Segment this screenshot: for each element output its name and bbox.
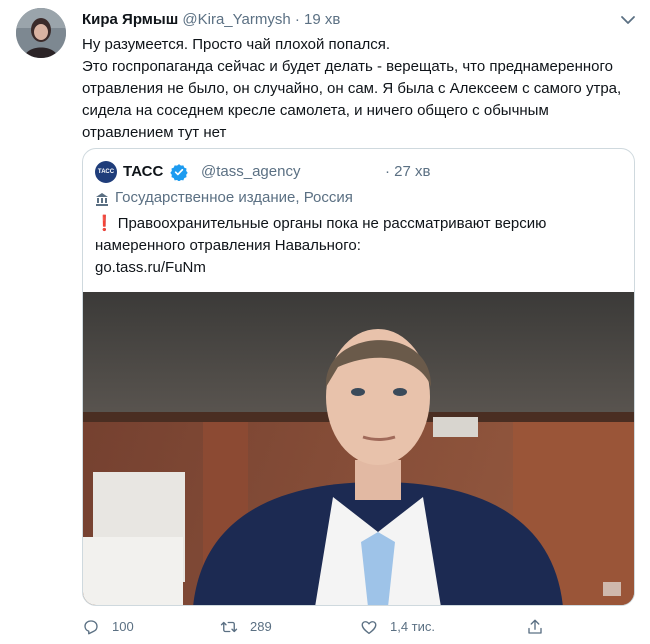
quoted-link[interactable]: go.tass.ru/FuNm [95, 257, 206, 279]
quoted-author-name[interactable]: ТАСС [123, 161, 163, 183]
quoted-text: ❗ Правоохранительные органы пока не рассм… [95, 213, 615, 257]
quoted-text-body: Правоохранительные органы пока не рассма… [95, 215, 547, 254]
share-icon [528, 619, 542, 634]
photo-image [83, 292, 634, 605]
reply-icon [84, 620, 98, 635]
quoted-time[interactable]: · 27 хв [385, 161, 430, 183]
tweet-header: Кира Ярмыш @Kira_Yarmysh · 19 хв [82, 10, 340, 30]
tweet-text: Ну разумеется. Просто чай плохой попался… [82, 36, 622, 141]
verified-badge-icon [170, 163, 188, 182]
building-icon [95, 191, 109, 206]
retweet-count: 289 [250, 619, 272, 634]
quoted-photo[interactable] [83, 292, 634, 605]
quoted-tweet[interactable]: ТАСС ТАСС @tass_agency · 27 хв Государст… [82, 148, 635, 606]
heart-icon [361, 621, 377, 635]
author-avatar[interactable] [16, 8, 66, 58]
avatar-image [16, 8, 66, 58]
tweet[interactable]: Кира Ярмыш @Kira_Yarmysh · 19 хв Ну разу… [0, 0, 650, 644]
author-handle[interactable]: @Kira_Yarmysh [182, 11, 290, 28]
quoted-author-handle[interactable]: @tass_agency [201, 161, 300, 183]
separator: · [294, 11, 300, 28]
author-name[interactable]: Кира Ярмыш [82, 11, 178, 28]
tweet-actions: 100 289 1,4 тис. [82, 616, 642, 638]
like-count: 1,4 тис. [390, 619, 436, 634]
quoted-avatar[interactable]: ТАСС [95, 161, 117, 183]
reply-count: 100 [112, 619, 134, 634]
chevron-down-icon[interactable] [618, 10, 638, 30]
exclamation-icon: ❗ [95, 215, 114, 232]
retweet-icon [220, 621, 238, 633]
state-media-label-text: Государственное издание, Россия [115, 189, 353, 206]
tweet-time[interactable]: 19 хв [304, 11, 340, 28]
